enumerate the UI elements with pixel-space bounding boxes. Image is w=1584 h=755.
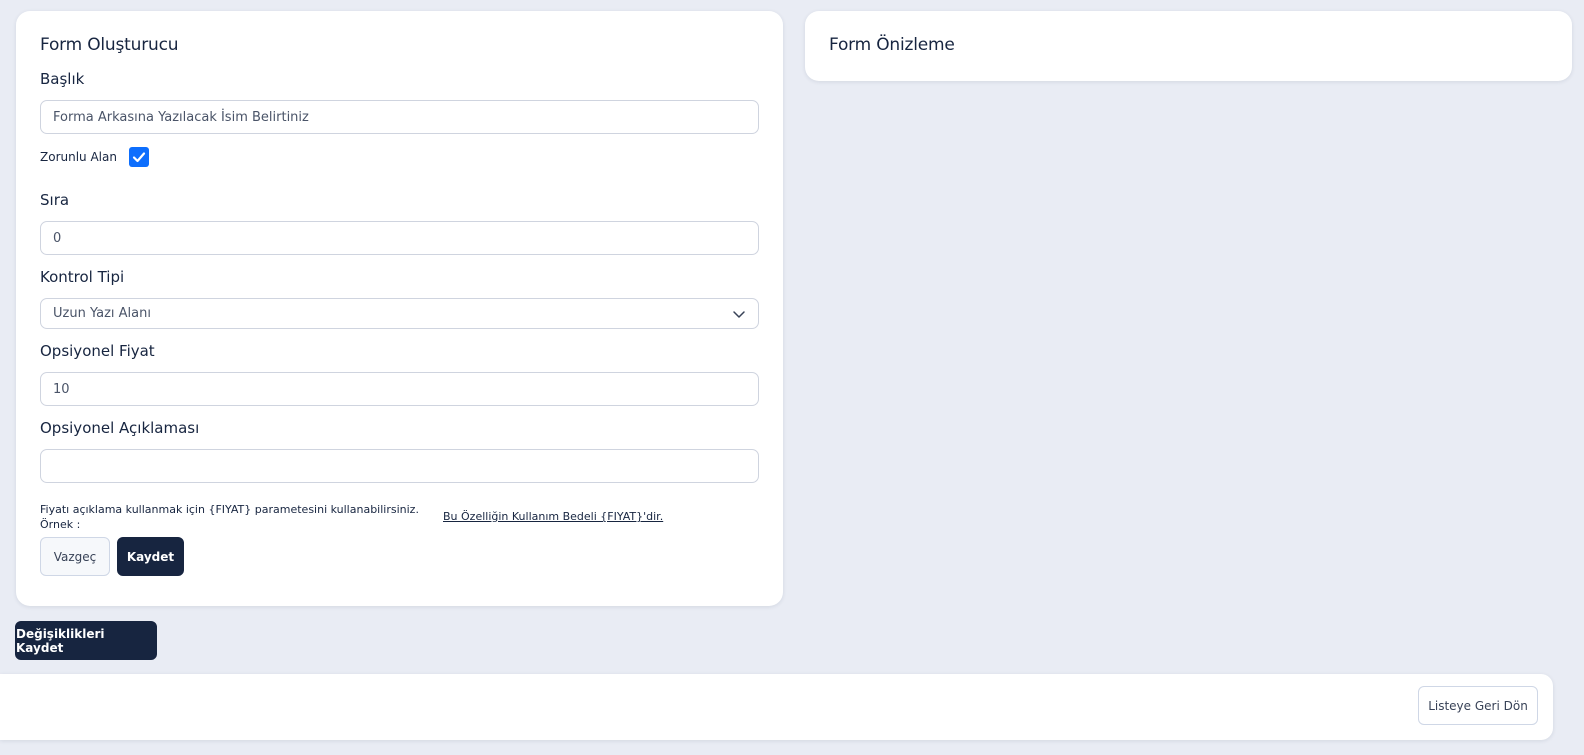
help-text-line: Fiyatı açıklama kullanmak için {FIYAT} p…	[40, 503, 419, 516]
zorunlu-alan-checkbox[interactable]	[129, 147, 149, 167]
form-preview-card: Form Önizleme	[805, 11, 1572, 81]
chevron-down-icon	[733, 310, 745, 318]
baslik-input[interactable]: Forma Arkasına Yazılacak İsim Belirtiniz	[40, 100, 759, 134]
form-builder-title: Form Oluşturucu	[40, 35, 179, 55]
cancel-button[interactable]: Vazgeç	[40, 537, 110, 576]
opsiyonel-fiyat-value: 10	[53, 381, 70, 397]
kontrol-tipi-label: Kontrol Tipi	[40, 268, 125, 286]
kontrol-tipi-select[interactable]: Uzun Yazı Alanı	[40, 298, 759, 329]
sira-label: Sıra	[40, 191, 70, 209]
form-preview-title: Form Önizleme	[829, 35, 955, 55]
help-example-link[interactable]: Bu Özelliğin Kullanım Bedeli {FIYAT}'dir…	[443, 510, 663, 523]
sira-input-value: 0	[53, 230, 62, 246]
sira-input[interactable]: 0	[40, 221, 759, 255]
kontrol-tipi-value: Uzun Yazı Alanı	[53, 306, 151, 321]
baslik-input-value: Forma Arkasına Yazılacak İsim Belirtiniz	[53, 109, 309, 125]
opsiyonel-aciklama-label: Opsiyonel Açıklaması	[40, 419, 200, 437]
help-text: Fiyatı açıklama kullanmak için {FIYAT} p…	[40, 502, 419, 532]
opsiyonel-aciklama-input[interactable]	[40, 449, 759, 483]
form-builder-card: Form Oluşturucu Başlık Forma Arkasına Ya…	[16, 11, 783, 606]
baslik-label: Başlık	[40, 70, 85, 88]
footer-bar: Listeye Geri Dön	[0, 674, 1553, 740]
back-to-list-button[interactable]: Listeye Geri Dön	[1418, 686, 1538, 725]
save-changes-button[interactable]: Değişiklikleri Kaydet	[15, 621, 157, 660]
opsiyonel-fiyat-label: Opsiyonel Fiyat	[40, 342, 155, 360]
opsiyonel-fiyat-input[interactable]: 10	[40, 372, 759, 406]
save-button[interactable]: Kaydet	[117, 537, 184, 576]
help-example-label: Örnek :	[40, 518, 81, 531]
check-icon	[132, 152, 146, 163]
zorunlu-alan-label: Zorunlu Alan	[40, 150, 117, 164]
